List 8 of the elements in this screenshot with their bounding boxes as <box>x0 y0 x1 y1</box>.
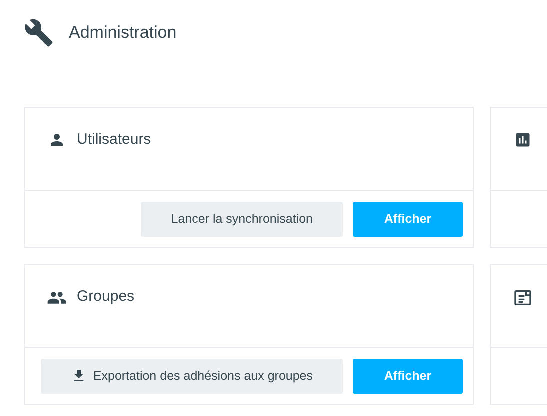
card-title: Groupes <box>77 287 135 307</box>
wrench-icon <box>24 18 54 48</box>
sync-button[interactable]: Lancer la synchronisation <box>141 202 343 236</box>
card-title: Utilisateurs <box>77 130 152 150</box>
form-icon <box>513 288 533 308</box>
export-button[interactable]: Exportation des adhésions aux groupes <box>41 358 343 394</box>
bar-chart-icon <box>513 131 533 149</box>
page-title: Administration <box>69 23 177 43</box>
